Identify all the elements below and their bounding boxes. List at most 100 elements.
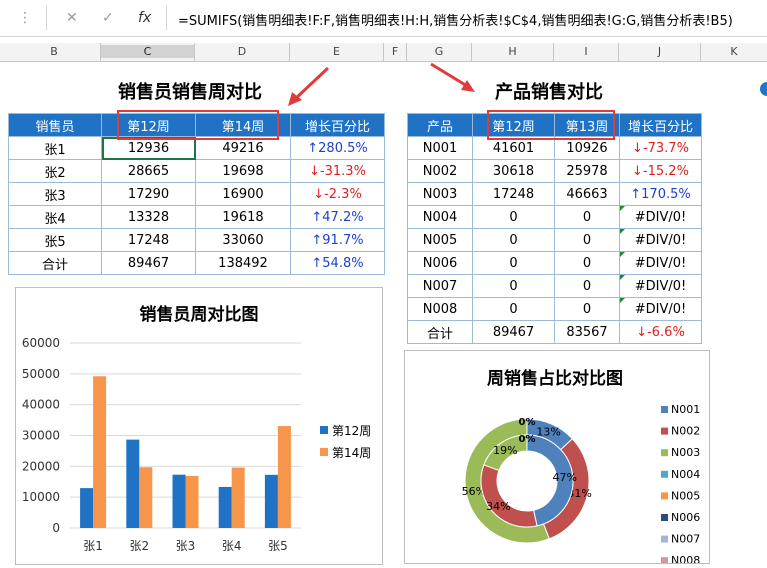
growth-cell[interactable]: ↓-2.3%: [290, 182, 385, 206]
column-header-f[interactable]: F: [384, 45, 406, 58]
legend-label: N004: [671, 468, 700, 481]
growth-cell[interactable]: ↓-15.2%: [619, 159, 702, 183]
salesperson-cell[interactable]: 张5: [8, 228, 102, 252]
bar-chart-panel[interactable]: 销售员周对比图 0 10000 20000 30000 40000 50000 60000 张1…: [15, 287, 383, 565]
error-indicator-icon[interactable]: [620, 275, 625, 280]
week12-cell[interactable]: 17290: [101, 182, 196, 206]
x-tick-label: 张4: [222, 539, 242, 553]
column-header-k[interactable]: K: [701, 45, 767, 58]
table-row: N003 17248 46663 ↑170.5%: [407, 182, 702, 206]
growth-cell[interactable]: ↑170.5%: [619, 182, 702, 206]
add-sheet-icon[interactable]: [760, 82, 767, 96]
week13-cell[interactable]: 0: [554, 274, 620, 298]
product-cell[interactable]: N003: [407, 182, 473, 206]
week12-cell[interactable]: 89467: [101, 251, 196, 275]
column-header-h[interactable]: H: [472, 45, 553, 58]
doughnut-chart-panel[interactable]: 周销售占比对比图 13% 31% 56% 0% 47% 34% 19% 0% N001 N002 N0…: [404, 350, 710, 567]
growth-cell[interactable]: #DIV/0!: [619, 205, 702, 229]
product-cell[interactable]: N004: [407, 205, 473, 229]
legend-swatch: [661, 492, 668, 500]
product-cell[interactable]: N007: [407, 274, 473, 298]
chart-title: 销售员周对比图: [140, 304, 259, 325]
enter-icon[interactable]: ✓: [102, 10, 114, 26]
week12-cell[interactable]: 28665: [101, 159, 196, 183]
legend-swatch: [320, 426, 328, 434]
week14-cell[interactable]: 19698: [195, 159, 291, 183]
week12-cell[interactable]: 0: [472, 274, 555, 298]
salesperson-cell[interactable]: 张4: [8, 205, 102, 229]
error-indicator-icon[interactable]: [620, 206, 625, 211]
column-header-g[interactable]: G: [407, 45, 471, 58]
growth-cell[interactable]: ↓-73.7%: [619, 136, 702, 160]
week12-cell[interactable]: 13328: [101, 205, 196, 229]
week12-cell[interactable]: 0: [472, 205, 555, 229]
growth-cell[interactable]: ↓-31.3%: [290, 159, 385, 183]
week13-cell[interactable]: 0: [554, 297, 620, 321]
header-cell: 销售员: [8, 113, 102, 137]
product-cell[interactable]: N001: [407, 136, 473, 160]
product-table: 产品 第12周 第13周 增长百分比 N001 41601 10926 ↓-73.7%…: [407, 113, 702, 344]
cancel-icon[interactable]: ✕: [66, 10, 78, 26]
table-row: N002 30618 25978 ↓-15.2%: [407, 159, 702, 183]
column-divider: [100, 43, 101, 61]
growth-cell[interactable]: ↑280.5%: [290, 136, 385, 160]
salesperson-cell[interactable]: 合计: [8, 251, 102, 275]
column-divider: [553, 43, 554, 61]
error-indicator-icon[interactable]: [620, 298, 625, 303]
column-header-d[interactable]: D: [195, 45, 289, 58]
growth-cell[interactable]: #DIV/0!: [619, 274, 702, 298]
week12-cell[interactable]: 0: [472, 297, 555, 321]
salesperson-cell[interactable]: 张1: [8, 136, 102, 160]
table-row: 张2 28665 19698 ↓-31.3%: [8, 159, 385, 183]
week14-cell[interactable]: 138492: [195, 251, 291, 275]
growth-cell[interactable]: ↓-6.6%: [619, 320, 702, 344]
week14-cell[interactable]: 33060: [195, 228, 291, 252]
formula-input[interactable]: =SUMIFS(销售明细表!F:F,销售明细表!H:H,销售分析表!$C$4,销…: [178, 10, 733, 29]
salesperson-cell[interactable]: 张3: [8, 182, 102, 206]
legend-swatch: [320, 448, 328, 456]
column-header-j[interactable]: J: [619, 45, 700, 58]
product-cell[interactable]: N005: [407, 228, 473, 252]
week12-cell[interactable]: 30618: [472, 159, 555, 183]
growth-cell[interactable]: ↑91.7%: [290, 228, 385, 252]
table-row: 合计 89467 83567 ↓-6.6%: [407, 320, 702, 344]
week14-cell[interactable]: 19618: [195, 205, 291, 229]
salesperson-cell[interactable]: 张2: [8, 159, 102, 183]
column-header-i[interactable]: I: [554, 45, 618, 58]
week12-cell[interactable]: 17248: [472, 182, 555, 206]
week12-cell[interactable]: 0: [472, 251, 555, 275]
product-cell[interactable]: N002: [407, 159, 473, 183]
week13-cell[interactable]: 0: [554, 251, 620, 275]
week13-cell[interactable]: 46663: [554, 182, 620, 206]
week12-cell[interactable]: 89467: [472, 320, 555, 344]
table-row: N007 0 0 #DIV/0!: [407, 274, 702, 298]
growth-cell[interactable]: #DIV/0!: [619, 228, 702, 252]
week13-cell[interactable]: 0: [554, 205, 620, 229]
column-header-e[interactable]: E: [290, 45, 383, 58]
fx-button[interactable]: fx: [138, 10, 151, 26]
week13-cell[interactable]: 83567: [554, 320, 620, 344]
week14-cell[interactable]: 16900: [195, 182, 291, 206]
growth-cell[interactable]: #DIV/0!: [619, 297, 702, 321]
dropdown-icon[interactable]: ⋮: [18, 10, 32, 26]
bar-chart: 销售员周对比图 0 10000 20000 30000 40000 50000 60000 张1…: [22, 304, 371, 553]
growth-cell[interactable]: #DIV/0!: [619, 251, 702, 275]
legend-label: N003: [671, 446, 700, 459]
column-header-c[interactable]: C: [101, 45, 194, 58]
error-indicator-icon[interactable]: [620, 252, 625, 257]
growth-cell[interactable]: ↑54.8%: [290, 251, 385, 275]
week12-cell[interactable]: 17248: [101, 228, 196, 252]
product-cell[interactable]: N008: [407, 297, 473, 321]
column-header-b[interactable]: B: [8, 45, 100, 58]
product-cell[interactable]: N006: [407, 251, 473, 275]
legend-swatch: [661, 470, 668, 478]
legend-swatch: [661, 514, 668, 521]
week13-cell[interactable]: 25978: [554, 159, 620, 183]
week13-cell[interactable]: 0: [554, 228, 620, 252]
annotation-arrow-icon: [430, 62, 475, 92]
error-indicator-icon[interactable]: [620, 229, 625, 234]
growth-cell[interactable]: ↑47.2%: [290, 205, 385, 229]
product-cell[interactable]: 合计: [407, 320, 473, 344]
legend-swatch: [661, 535, 668, 543]
week12-cell[interactable]: 0: [472, 228, 555, 252]
